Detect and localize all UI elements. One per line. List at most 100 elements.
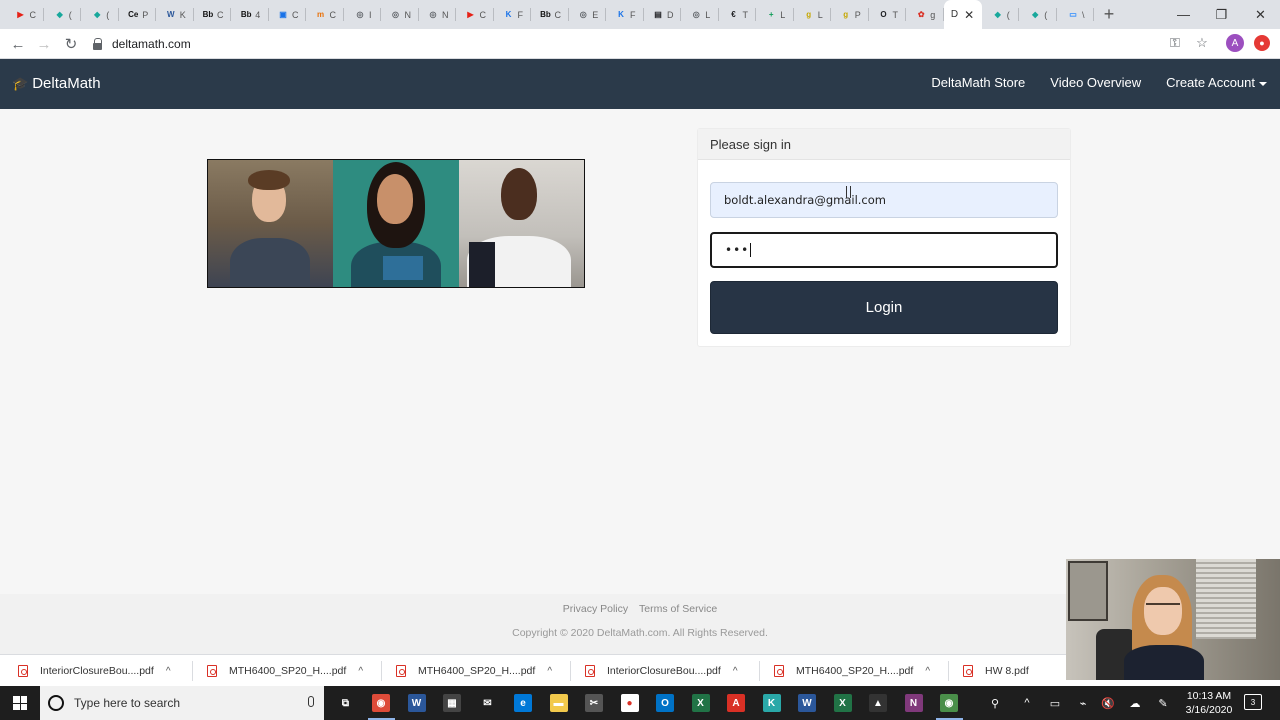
minimize-button[interactable]: — (1165, 0, 1202, 29)
browser-tab-after-0[interactable]: ◆( (982, 0, 1020, 29)
browser-tab-19[interactable]: € T (719, 0, 757, 29)
taskbar-app-edge[interactable]: e (506, 686, 541, 720)
browser-tab-18[interactable]: ◎ L (681, 0, 719, 29)
browser-tab-21[interactable]: gL (794, 0, 832, 29)
bookmark-star-icon[interactable]: ☆ (1192, 33, 1212, 53)
download-item[interactable]: InteriorClosureBou....pdf ^ (18, 661, 171, 681)
tray-icon[interactable]: ▭ (1044, 686, 1066, 720)
taskbar-app-onenote[interactable]: N (896, 686, 931, 720)
browser-tab-22[interactable]: gP (831, 0, 869, 29)
chevron-up-icon[interactable]: ^ (925, 666, 930, 677)
tray-icon[interactable]: ✎ (1152, 686, 1174, 720)
browser-tab-2[interactable]: ◆( (81, 0, 119, 29)
extension-button[interactable]: ● (1252, 33, 1272, 53)
nav-link-store[interactable]: DeltaMath Store (931, 75, 1025, 90)
taskbar-app-excel[interactable]: X (683, 686, 718, 720)
tray-icon[interactable]: ^ (1016, 686, 1038, 720)
nav-link-video-overview[interactable]: Video Overview (1050, 75, 1141, 90)
login-button[interactable]: Login (710, 281, 1058, 334)
notification-center-button[interactable]: 3 (1244, 694, 1262, 710)
download-item[interactable]: MTH6400_SP20_H....pdf ^ (774, 661, 930, 681)
browser-tab-after-1[interactable]: ◆( (1019, 0, 1057, 29)
brand-logo[interactable]: 🎓 DeltaMath (12, 75, 101, 92)
taskbar-app-excel-2[interactable]: X (825, 686, 860, 720)
taskbar-app-acrobat[interactable]: A (719, 686, 754, 720)
browser-tab-1[interactable]: ◆( (44, 0, 82, 29)
browser-tab-7[interactable]: ▣ C (269, 0, 307, 29)
browser-tab-17[interactable]: ▤ D (644, 0, 682, 29)
chevron-up-icon[interactable]: ^ (358, 666, 363, 677)
browser-tab-12[interactable]: ▶ C (456, 0, 494, 29)
cortana-icon (48, 695, 64, 711)
browser-tab-5[interactable]: Bb C (194, 0, 232, 29)
taskbar-app-outlook[interactable]: O (648, 686, 683, 720)
browser-tab-14[interactable]: Bb C (531, 0, 569, 29)
chevron-up-icon[interactable]: ^ (547, 666, 552, 677)
taskbar-app-task-view[interactable]: ⧉ (328, 686, 363, 720)
microphone-icon[interactable] (308, 696, 314, 707)
browser-tab-11[interactable]: ◎ N (419, 0, 457, 29)
browser-tab-9[interactable]: ◎ I (344, 0, 382, 29)
browser-tab-6[interactable]: Bb 4 (231, 0, 269, 29)
browser-tab-4[interactable]: WK (156, 0, 194, 29)
download-item[interactable]: InteriorClosureBou....pdf ^ (585, 661, 738, 681)
back-button[interactable]: ← (7, 33, 29, 55)
restore-button[interactable]: ❐ (1203, 0, 1240, 29)
tray-icon[interactable]: ⌁ (1072, 686, 1094, 720)
browser-tab-after-2[interactable]: ▭ \ (1057, 0, 1095, 29)
download-item[interactable]: MTH6400_SP20_H....pdf ^ (396, 661, 552, 681)
geogebra-icon: K (762, 694, 781, 712)
taskbar-app-word[interactable]: W (399, 686, 434, 720)
browser-tab-24[interactable]: ✿ g (906, 0, 944, 29)
chevron-up-icon[interactable]: ^ (733, 666, 738, 677)
browser-tab-23[interactable]: OT (869, 0, 907, 29)
taskbar-app-chrome-2[interactable]: ◉ (932, 686, 967, 720)
taskbar-app-calculator[interactable]: ▦ (435, 686, 470, 720)
privacy-policy-link[interactable]: Privacy Policy (563, 603, 628, 615)
reload-button[interactable]: ↻ (60, 33, 82, 55)
tray-icon[interactable]: ⚲ (984, 686, 1006, 720)
browser-tab-10[interactable]: ◎ N (381, 0, 419, 29)
tab-favicon-icon: Bb (540, 10, 551, 19)
download-item[interactable]: HW 8.pdf (963, 661, 1029, 681)
chevron-up-icon[interactable]: ^ (166, 666, 171, 677)
taskbar-app-chrome[interactable]: ◉ (364, 686, 399, 720)
taskbar-app-file-explorer[interactable]: ▬ (541, 686, 576, 720)
profile-button[interactable]: A (1225, 33, 1245, 53)
start-button[interactable] (0, 686, 40, 720)
tab-close-icon[interactable]: ✕ (964, 8, 974, 22)
browser-tab-3[interactable]: Ce P (119, 0, 157, 29)
email-field[interactable]: boldt.alexandra@gmail.com (710, 182, 1058, 218)
browser-tab-15[interactable]: ◎ E (569, 0, 607, 29)
download-item[interactable]: MTH6400_SP20_H....pdf ^ (207, 661, 363, 681)
browser-tab-8[interactable]: mC (306, 0, 344, 29)
browser-tab-20[interactable]: + L (756, 0, 794, 29)
taskbar-app-geogebra[interactable]: K (754, 686, 789, 720)
tray-icon[interactable]: 🔇 (1097, 686, 1119, 720)
new-tab-button[interactable]: + (1094, 4, 1124, 25)
nav-link-create-account[interactable]: Create Account (1166, 75, 1267, 90)
address-bar[interactable]: deltamath.com (92, 33, 1222, 55)
tab-favicon-icon: ◎ (429, 10, 437, 19)
taskbar-app-mail[interactable]: ✉ (470, 686, 505, 720)
taskbar-app-snipping[interactable]: ✂ (577, 686, 612, 720)
forward-button[interactable]: → (33, 33, 55, 55)
tray-icon[interactable]: ☁ (1124, 686, 1146, 720)
browser-tab-13[interactable]: KF (494, 0, 532, 29)
restore-icon: ❐ (1215, 6, 1228, 22)
password-field[interactable]: ••• (710, 232, 1058, 268)
pdf-file-icon (396, 665, 406, 677)
browser-tab-0[interactable]: ▶ C (6, 0, 44, 29)
caret-down-icon (1259, 81, 1267, 86)
taskbar-app-recorder[interactable]: ● (612, 686, 647, 720)
key-icon[interactable]: ⚿ (1165, 33, 1185, 53)
taskbar-app-word-2[interactable]: W (790, 686, 825, 720)
browser-tab-active[interactable]: D ✕ (943, 0, 982, 29)
taskbar-search-box[interactable]: Type here to search (40, 686, 324, 720)
taskbar-app-photos[interactable]: ▲ (861, 686, 896, 720)
browser-tab-16[interactable]: KF (606, 0, 644, 29)
system-clock[interactable]: 10:13 AM 3/16/2020 (1180, 689, 1238, 717)
terms-of-service-link[interactable]: Terms of Service (639, 603, 717, 615)
download-filename: MTH6400_SP20_H....pdf (796, 665, 914, 677)
window-close-button[interactable]: ✕ (1242, 0, 1279, 29)
